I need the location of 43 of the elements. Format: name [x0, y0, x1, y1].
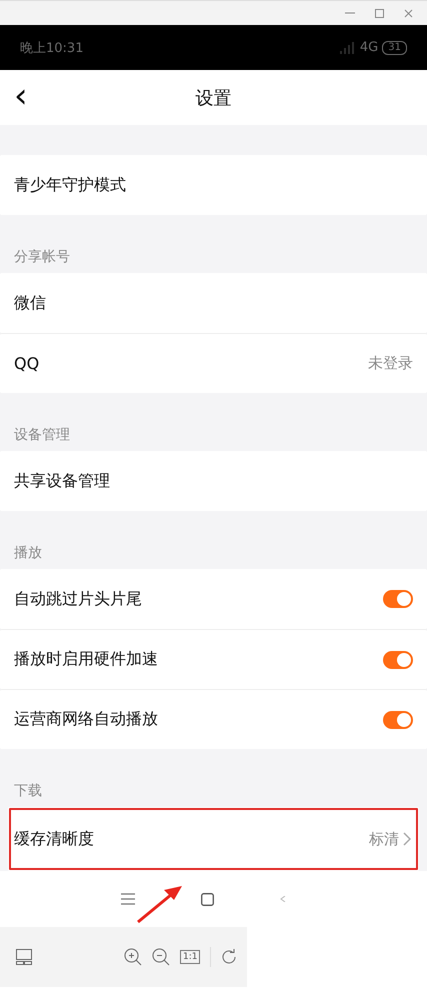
toggle-switch[interactable]: [383, 650, 413, 668]
toggle-switch[interactable]: [383, 590, 413, 608]
home-icon[interactable]: [201, 892, 214, 906]
row-label: 青少年守护模式: [14, 174, 126, 196]
settings-row[interactable]: 运营商网络自动播放: [0, 689, 427, 749]
row-label: 播放时启用硬件加速: [14, 649, 158, 670]
page-title: 设置: [194, 86, 232, 110]
battery-indicator: 31: [382, 40, 407, 54]
row-label: 运营商网络自动播放: [14, 709, 158, 730]
section-label: 下载: [14, 782, 42, 800]
layout-icon[interactable]: [16, 949, 32, 965]
row-label: 缓存清晰度: [14, 828, 94, 850]
settings-row[interactable]: 微信: [0, 273, 427, 333]
section-label: 播放: [14, 544, 42, 562]
row-value: 未登录: [368, 354, 413, 373]
section-label: 分享帐号: [14, 248, 70, 266]
menu-icon[interactable]: [121, 893, 135, 905]
row-label: 共享设备管理: [14, 470, 110, 492]
row-label: 微信: [14, 292, 46, 314]
settings-row[interactable]: 缓存清晰度 标清: [8, 807, 419, 871]
settings-row[interactable]: 青少年守护模式: [0, 155, 427, 215]
back-icon[interactable]: [280, 896, 286, 902]
rotate-icon[interactable]: [221, 949, 238, 965]
maximize-icon[interactable]: [375, 8, 384, 18]
row-value: 标清: [369, 830, 399, 848]
row-label: QQ: [14, 354, 40, 373]
settings-row[interactable]: 自动跳过片头片尾: [0, 569, 427, 629]
arrow-drawing: [136, 884, 184, 924]
settings-row[interactable]: 共享设备管理: [0, 451, 427, 511]
minimize-icon[interactable]: [345, 12, 355, 14]
row-label: 自动跳过片头片尾: [14, 588, 142, 610]
back-button[interactable]: ‹: [0, 80, 28, 114]
signal-icon: [340, 42, 356, 54]
network-label: 4G: [360, 40, 378, 55]
section-label: 设备管理: [14, 426, 70, 444]
actual-size-button[interactable]: 1:1: [180, 950, 200, 964]
zoom-in-icon[interactable]: [124, 948, 142, 966]
zoom-out-icon[interactable]: [152, 948, 170, 966]
close-icon[interactable]: [404, 8, 413, 18]
settings-row[interactable]: QQ 未登录: [0, 333, 427, 393]
settings-row[interactable]: 播放时启用硬件加速: [0, 629, 427, 689]
status-time: 晚上10:31: [20, 40, 84, 56]
toggle-switch[interactable]: [383, 710, 413, 728]
